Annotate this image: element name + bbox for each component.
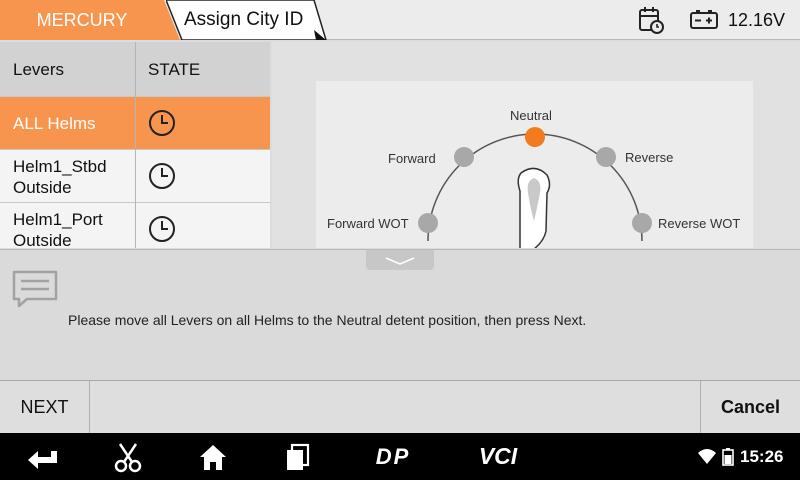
back-icon[interactable] bbox=[26, 441, 60, 473]
collapse-handle[interactable] bbox=[366, 250, 434, 270]
lever-position-diagram: Neutral Forward Reverse Forward WOT Reve… bbox=[316, 81, 753, 248]
page-title: Assign City ID bbox=[184, 9, 304, 30]
wifi-icon bbox=[698, 449, 716, 464]
neutral-label: Neutral bbox=[510, 108, 552, 123]
chevron-down-icon bbox=[385, 257, 415, 265]
message-panel: Please move all Levers on all Helms to t… bbox=[0, 249, 800, 380]
dp-label: DP bbox=[376, 444, 411, 469]
reverse-detent-dot bbox=[596, 147, 616, 167]
title-bar: MERCURY Assign City ID 12.16V bbox=[0, 0, 800, 40]
scissors-icon[interactable] bbox=[113, 441, 143, 473]
instruction-message: Please move all Levers on all Helms to t… bbox=[68, 312, 587, 328]
calendar-clock-icon[interactable] bbox=[638, 6, 664, 34]
brand-tab[interactable]: MERCURY bbox=[0, 0, 180, 40]
column-divider bbox=[135, 42, 136, 248]
action-bar: NEXT Cancel bbox=[0, 380, 800, 434]
forward-detent-dot bbox=[454, 147, 474, 167]
vci-icon[interactable]: VCI bbox=[468, 441, 528, 473]
reverse-label: Reverse bbox=[625, 150, 674, 165]
clock-icon bbox=[149, 163, 175, 189]
lever-name: ALL Helms bbox=[13, 114, 96, 133]
system-clock: 15:26 bbox=[740, 447, 784, 466]
message-icon bbox=[12, 270, 58, 308]
recent-apps-icon[interactable] bbox=[284, 441, 312, 473]
reverse-wot-detent-dot bbox=[632, 213, 652, 233]
battery-voltage: 12.16V bbox=[728, 10, 786, 30]
clock-icon bbox=[149, 110, 175, 136]
lever-name: Helm1_Port Outside bbox=[13, 209, 103, 249]
vci-label: VCI bbox=[479, 443, 518, 469]
column-header-levers: Levers bbox=[13, 59, 65, 79]
cancel-button[interactable]: Cancel bbox=[700, 381, 800, 434]
forward-wot-label: Forward WOT bbox=[327, 216, 409, 231]
system-nav-bar: DP VCI 15:26 bbox=[0, 433, 800, 480]
lever-table: Levers STATE ALL Helms Helm1_Stbd Outsid… bbox=[0, 42, 270, 248]
reverse-wot-label: Reverse WOT bbox=[658, 216, 741, 231]
column-header-state: STATE bbox=[148, 59, 201, 79]
neutral-detent-dot bbox=[525, 127, 545, 147]
home-icon[interactable] bbox=[198, 441, 228, 473]
lever-name: Helm1_Stbd Outside bbox=[13, 156, 107, 197]
battery-status-icon bbox=[722, 448, 734, 466]
dp-app-icon[interactable]: DP bbox=[366, 441, 420, 473]
forward-label: Forward bbox=[388, 151, 436, 166]
clock-icon bbox=[149, 216, 175, 242]
next-button[interactable]: NEXT bbox=[0, 381, 90, 434]
page-title-tab: Assign City ID bbox=[166, 0, 336, 40]
brand-label: MERCURY bbox=[36, 10, 128, 30]
battery-icon bbox=[690, 10, 718, 29]
forward-wot-detent-dot bbox=[418, 213, 438, 233]
